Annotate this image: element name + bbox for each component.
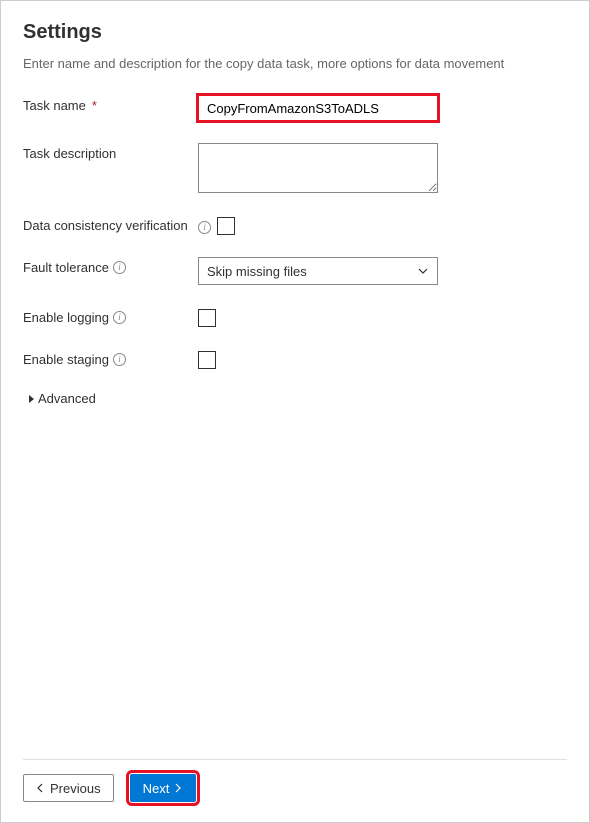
task-description-label: Task description <box>23 143 198 161</box>
info-icon[interactable]: i <box>198 221 211 234</box>
enable-logging-label: Enable logging i <box>23 307 198 325</box>
settings-panel: Settings Enter name and description for … <box>0 0 590 823</box>
advanced-label: Advanced <box>38 391 96 406</box>
enable-staging-checkbox[interactable] <box>198 351 216 369</box>
info-icon[interactable]: i <box>113 311 126 324</box>
task-name-input[interactable] <box>198 95 438 121</box>
fault-tolerance-select[interactable]: Skip missing files <box>198 257 438 285</box>
fault-tolerance-label: Fault tolerance i <box>23 257 198 275</box>
advanced-toggle[interactable]: Advanced <box>23 391 567 406</box>
data-consistency-label: Data consistency verification <box>23 215 198 233</box>
task-description-row: Task description <box>23 143 567 193</box>
enable-staging-row: Enable staging i <box>23 349 567 369</box>
enable-logging-checkbox[interactable] <box>198 309 216 327</box>
data-consistency-checkbox[interactable] <box>217 217 235 235</box>
task-description-input[interactable] <box>198 143 438 193</box>
page-title: Settings <box>23 21 567 44</box>
enable-staging-label: Enable staging i <box>23 349 198 367</box>
chevron-left-icon <box>36 783 46 793</box>
chevron-right-icon <box>173 783 183 793</box>
caret-right-icon <box>29 395 34 403</box>
page-subtitle: Enter name and description for the copy … <box>23 56 567 71</box>
info-icon[interactable]: i <box>113 353 126 366</box>
required-mark: * <box>92 98 97 113</box>
info-icon[interactable]: i <box>113 261 126 274</box>
footer-bar: Previous Next <box>23 759 567 802</box>
task-name-label: Task name* <box>23 95 198 113</box>
enable-logging-row: Enable logging i <box>23 307 567 327</box>
data-consistency-row: Data consistency verification i <box>23 215 567 235</box>
fault-tolerance-value: Skip missing files <box>207 264 307 279</box>
task-name-row: Task name* <box>23 95 567 121</box>
fault-tolerance-row: Fault tolerance i Skip missing files <box>23 257 567 285</box>
next-button[interactable]: Next <box>130 774 197 802</box>
settings-form: Task name* Task description Data consist… <box>23 95 567 759</box>
previous-button[interactable]: Previous <box>23 774 114 802</box>
chevron-down-icon <box>417 265 429 277</box>
